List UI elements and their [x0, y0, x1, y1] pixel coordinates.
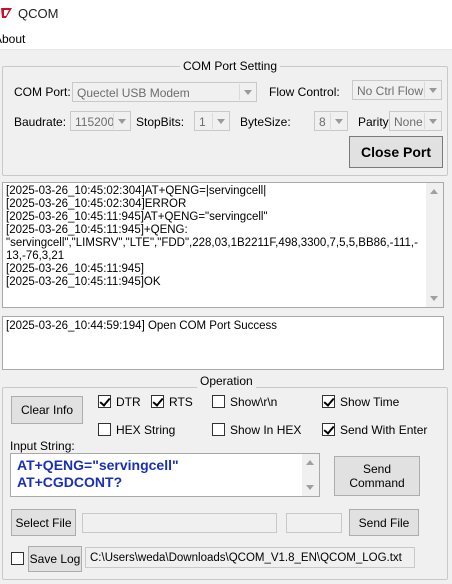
stop-bits-select[interactable]: 1 — [194, 111, 230, 131]
show-rn-label: Show\r\n — [230, 395, 278, 409]
baudrate-label: Baudrate: — [14, 115, 67, 129]
send-file-label: Send File — [358, 515, 410, 530]
log-line: [2025-03-26_10:45:11:945]OK — [6, 276, 161, 288]
save-log-checkbox[interactable] — [11, 552, 24, 565]
byte-size-label: ByteSize: — [240, 115, 291, 129]
send-command-label: Send Command — [349, 462, 405, 490]
rts-label: RTS — [169, 395, 193, 409]
dtr-checkbox[interactable] — [98, 395, 111, 408]
byte-size-select[interactable]: 8 — [314, 111, 348, 131]
title-bar: QCOM — [0, 0, 452, 28]
parity-label: Parity: — [358, 115, 393, 129]
select-file-button[interactable]: Select File — [11, 509, 76, 536]
select-file-label: Select File — [15, 515, 72, 530]
menu-bar: About — [0, 28, 452, 50]
hex-string-checkbox[interactable] — [98, 423, 111, 436]
scroll-up-icon[interactable] — [430, 189, 438, 194]
clear-info-button[interactable]: Clear Info — [11, 396, 83, 424]
chevron-down-icon — [424, 113, 440, 129]
rts-checkbox[interactable] — [151, 395, 164, 408]
log-line: [2025-03-26_10:45:11:945]AT+QENG="servin… — [6, 211, 268, 223]
com-port-setting-title: COM Port Setting — [180, 59, 281, 73]
byte-size-value: 8 — [319, 115, 326, 129]
flow-control-select[interactable]: No Ctrl Flow — [352, 80, 442, 100]
log-path-value: C:\Users\weda\Downloads\QCOM_V1.8_EN\QCO… — [90, 552, 402, 564]
status-message: [2025-03-26_10:44:59:194] Open COM Port … — [6, 320, 278, 332]
show-in-hex-checkbox[interactable] — [212, 423, 225, 436]
show-in-hex-label: Show In HEX — [230, 423, 302, 437]
chevron-down-icon — [212, 113, 228, 129]
baudrate-select[interactable]: 115200 — [70, 111, 131, 131]
log-path-field[interactable]: C:\Users\weda\Downloads\QCOM_V1.8_EN\QCO… — [85, 547, 415, 568]
show-time-label: Show Time — [340, 395, 400, 409]
input-string-value: AT+QENG="servingcell" AT+CGDCONT? — [17, 457, 179, 490]
com-port-value: Quectel USB Modem — [77, 86, 190, 100]
close-port-button[interactable]: Close Port — [349, 136, 443, 168]
close-port-label: Close Port — [360, 144, 431, 160]
input-string-field[interactable]: AT+QENG="servingcell" AT+CGDCONT? — [10, 453, 320, 497]
operation-title: Operation — [197, 374, 256, 388]
save-log-label: Save Log — [29, 552, 81, 566]
flow-control-label: Flow Control: — [269, 85, 340, 99]
window-title: QCOM — [18, 6, 59, 21]
file-progress-field — [286, 513, 342, 533]
log-line: [2025-03-26_10:45:11:945] — [6, 263, 144, 275]
file-path-field[interactable] — [82, 513, 277, 533]
show-rn-checkbox[interactable] — [212, 395, 225, 408]
flow-control-value: No Ctrl Flow — [357, 84, 424, 98]
send-with-enter-label: Send With Enter — [340, 423, 428, 437]
send-with-enter-checkbox[interactable] — [322, 423, 335, 436]
parity-value: None — [394, 115, 423, 129]
baudrate-value: 115200 — [75, 115, 115, 129]
dtr-label: DTR — [116, 395, 141, 409]
com-port-select[interactable]: Quectel USB Modem — [72, 82, 257, 102]
com-port-label: COM Port: — [14, 85, 71, 99]
log-line: [2025-03-26_10:45:02:304]AT+QENG=|servin… — [6, 185, 267, 197]
log-line: 13,-76,3,21 — [6, 250, 65, 262]
chevron-down-icon — [113, 113, 129, 129]
input-string-label: Input String: — [10, 439, 75, 453]
menu-item-about[interactable]: About — [0, 32, 25, 46]
scroll-down-icon[interactable] — [430, 296, 438, 301]
stop-bits-value: 1 — [199, 115, 206, 129]
chevron-down-icon — [239, 84, 255, 100]
save-log-button[interactable]: Save Log — [28, 546, 82, 572]
log-line: [2025-03-26_10:45:11:945]+QENG: — [6, 224, 188, 236]
log-line: "servingcell","LIMSRV","LTE","FDD",228,0… — [6, 237, 418, 249]
send-command-button[interactable]: Send Command — [334, 456, 420, 496]
clear-info-label: Clear Info — [20, 403, 74, 417]
log-line: [2025-03-26_10:45:02:304]ERROR — [6, 198, 187, 210]
chevron-down-icon — [330, 113, 346, 129]
status-output[interactable]: [2025-03-26_10:44:59:194] Open COM Port … — [2, 316, 444, 370]
scroll-up-icon[interactable] — [306, 460, 314, 465]
log-output[interactable]: [2025-03-26_10:45:02:304]AT+QENG=|servin… — [2, 182, 444, 308]
scroll-down-icon[interactable] — [306, 485, 314, 490]
stop-bits-label: StopBits: — [136, 115, 185, 129]
app-logo-icon — [1, 8, 12, 18]
show-time-checkbox[interactable] — [322, 395, 335, 408]
send-file-button[interactable]: Send File — [349, 509, 419, 536]
input-scrollbar[interactable] — [302, 454, 319, 496]
parity-select[interactable]: None — [389, 111, 442, 131]
chevron-down-icon — [424, 82, 440, 98]
log-scrollbar[interactable] — [426, 183, 443, 307]
log-text: [2025-03-26_10:45:02:304]AT+QENG=|servin… — [6, 185, 418, 289]
hex-string-label: HEX String — [116, 423, 176, 437]
